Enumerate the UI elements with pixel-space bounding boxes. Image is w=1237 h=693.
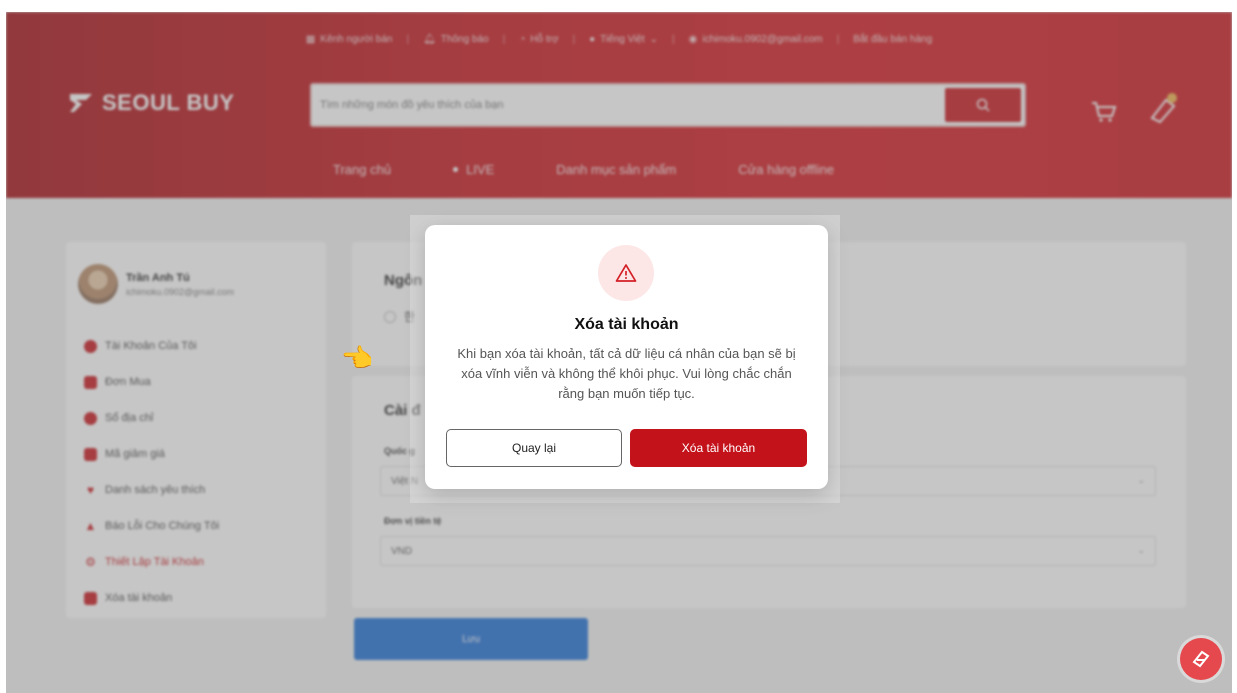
delete-account-button[interactable]: Xóa tài khoản bbox=[630, 429, 807, 467]
page-frame: ▦ Kênh người bán | 🔔︎ Thông báo | ◔ Hỗ trợ … bbox=[6, 12, 1232, 693]
warning-icon bbox=[615, 264, 637, 282]
chat-icon bbox=[1192, 650, 1210, 668]
chat-button[interactable] bbox=[1180, 638, 1222, 680]
dialog-title: Xóa tài khoản bbox=[574, 316, 679, 333]
pointing-hand-icon: 👉 bbox=[342, 343, 375, 373]
dialog-message: Khi bạn xóa tài khoản, tất cả dữ liệu cá… bbox=[457, 346, 796, 401]
warning-badge bbox=[598, 245, 654, 301]
cancel-button[interactable]: Quay lại bbox=[446, 429, 622, 467]
delete-account-dialog: Xóa tài khoản Khi bạn xóa tài khoản, tất… bbox=[425, 225, 828, 489]
